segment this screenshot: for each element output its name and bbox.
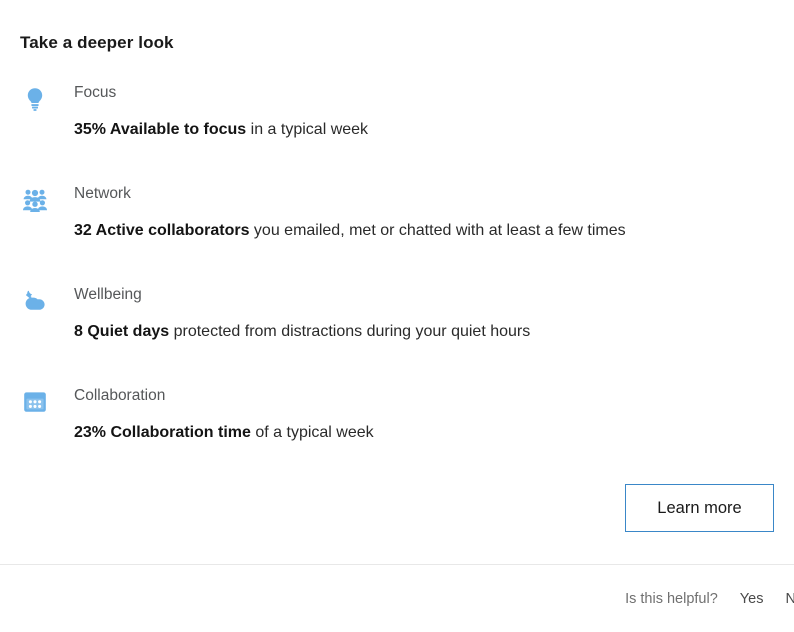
insight-category-label: Wellbeing [74,286,142,303]
learn-more-button[interactable]: Learn more [625,484,774,532]
insight-detail-text: 32 Active collaborators you emailed, met… [74,220,794,242]
insight-row-focus: Focus 35% Available to focus in a typica… [0,78,794,179]
insight-metric-rest: of a typical week [250,424,374,441]
lightbulb-icon [20,84,50,114]
insight-metric-rest: you emailed, met or chatted with at leas… [249,222,626,239]
insight-detail-text: 8 Quiet days protected from distractions… [74,321,794,343]
cloud-moon-icon [20,286,50,316]
insight-row-collaboration: Collaboration 23% Collaboration time of … [0,381,794,482]
insight-detail-text: 23% Collaboration time of a typical week [74,422,794,444]
insight-row-wellbeing: Wellbeing 8 Quiet days protected from di… [0,280,794,381]
calendar-icon [20,387,50,417]
insight-metric-rest: protected from distractions during your … [169,323,531,340]
feedback-no-link[interactable]: No [785,591,794,607]
insight-category-label: Collaboration [74,387,166,404]
feedback-prompt-label: Is this helpful? [625,590,718,607]
insight-metric-rest: in a typical week [246,121,369,138]
insight-detail-text: 35% Available to focus in a typical week [74,119,794,141]
insight-category-label: Focus [74,84,117,101]
insights-list: Focus 35% Available to focus in a typica… [0,78,794,482]
page-title: Take a deeper look [20,33,174,52]
insight-category-label: Network [74,185,131,202]
feedback-footer: Is this helpful? Yes No [0,565,794,632]
learn-more-row: Learn more [0,484,794,532]
insight-metric-strong: 8 Quiet days [74,323,170,340]
insight-row-network: Network 32 Active collaborators you emai… [0,179,794,280]
insight-metric-strong: 32 Active collaborators [74,222,250,239]
people-group-icon [20,185,50,215]
insight-metric-strong: 35% Available to focus [74,121,247,138]
feedback-yes-link[interactable]: Yes [740,591,764,607]
insight-metric-strong: 23% Collaboration time [74,424,251,441]
deeper-look-card: Take a deeper look Focus 35% Available t… [0,0,794,632]
